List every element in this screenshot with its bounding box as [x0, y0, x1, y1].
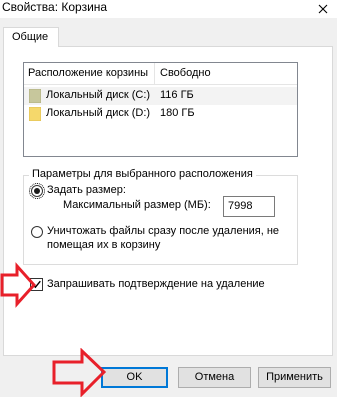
radio-delete-immediately-label-line2: помещая их в корзину — [47, 239, 161, 251]
list-item-name: Локальный диск (C:) — [46, 89, 151, 101]
list-item-drive-d[interactable]: Локальный диск (D:) 180 ГБ — [24, 105, 297, 123]
list-item-name: Локальный диск (D:) — [46, 107, 151, 119]
window-title: Свойства: Корзина — [2, 0, 108, 14]
close-button[interactable] — [309, 0, 337, 18]
radio-delete-immediately[interactable] — [31, 226, 43, 238]
settings-group-title: Параметры для выбранного расположения — [29, 168, 256, 180]
max-size-label: Максимальный размер (МБ): — [63, 199, 211, 211]
ok-button[interactable]: OK — [101, 367, 168, 388]
confirm-delete-label: Запрашивать подтверждение на удаление — [47, 278, 265, 290]
annotation-arrow-icon — [0, 262, 36, 308]
list-item-free-space: 116 ГБ — [160, 89, 194, 101]
tab-general-label: Общие — [12, 31, 49, 43]
drive-folder-icon — [29, 107, 41, 121]
column-header-free[interactable]: Свободно — [160, 67, 211, 79]
column-divider[interactable] — [154, 63, 155, 85]
cancel-button[interactable]: Отмена — [178, 367, 251, 388]
max-size-value: 7998 — [228, 200, 253, 212]
column-header-location[interactable]: Расположение корзины — [28, 67, 148, 79]
annotation-arrow-icon — [52, 348, 106, 397]
apply-button[interactable]: Применить — [258, 367, 331, 388]
list-item-drive-c[interactable]: Локальный диск (C:) 116 ГБ — [24, 87, 297, 105]
title-bar: Свойства: Корзина — [0, 0, 337, 18]
radio-custom-size-label: Задать размер: — [47, 184, 126, 196]
recycle-bin-locations-list[interactable]: Расположение корзины Свободно Локальный … — [23, 62, 298, 157]
close-icon — [318, 4, 328, 14]
drive-folder-icon — [29, 89, 41, 103]
list-header: Расположение корзины Свободно — [24, 63, 297, 85]
tab-general[interactable]: Общие — [3, 27, 59, 47]
radio-delete-immediately-label: Уничтожать файлы сразу после удаления, н… — [47, 225, 280, 237]
radio-custom-size[interactable] — [29, 183, 45, 199]
max-size-input[interactable]: 7998 — [223, 196, 275, 217]
list-item-free-space: 180 ГБ — [160, 107, 195, 119]
